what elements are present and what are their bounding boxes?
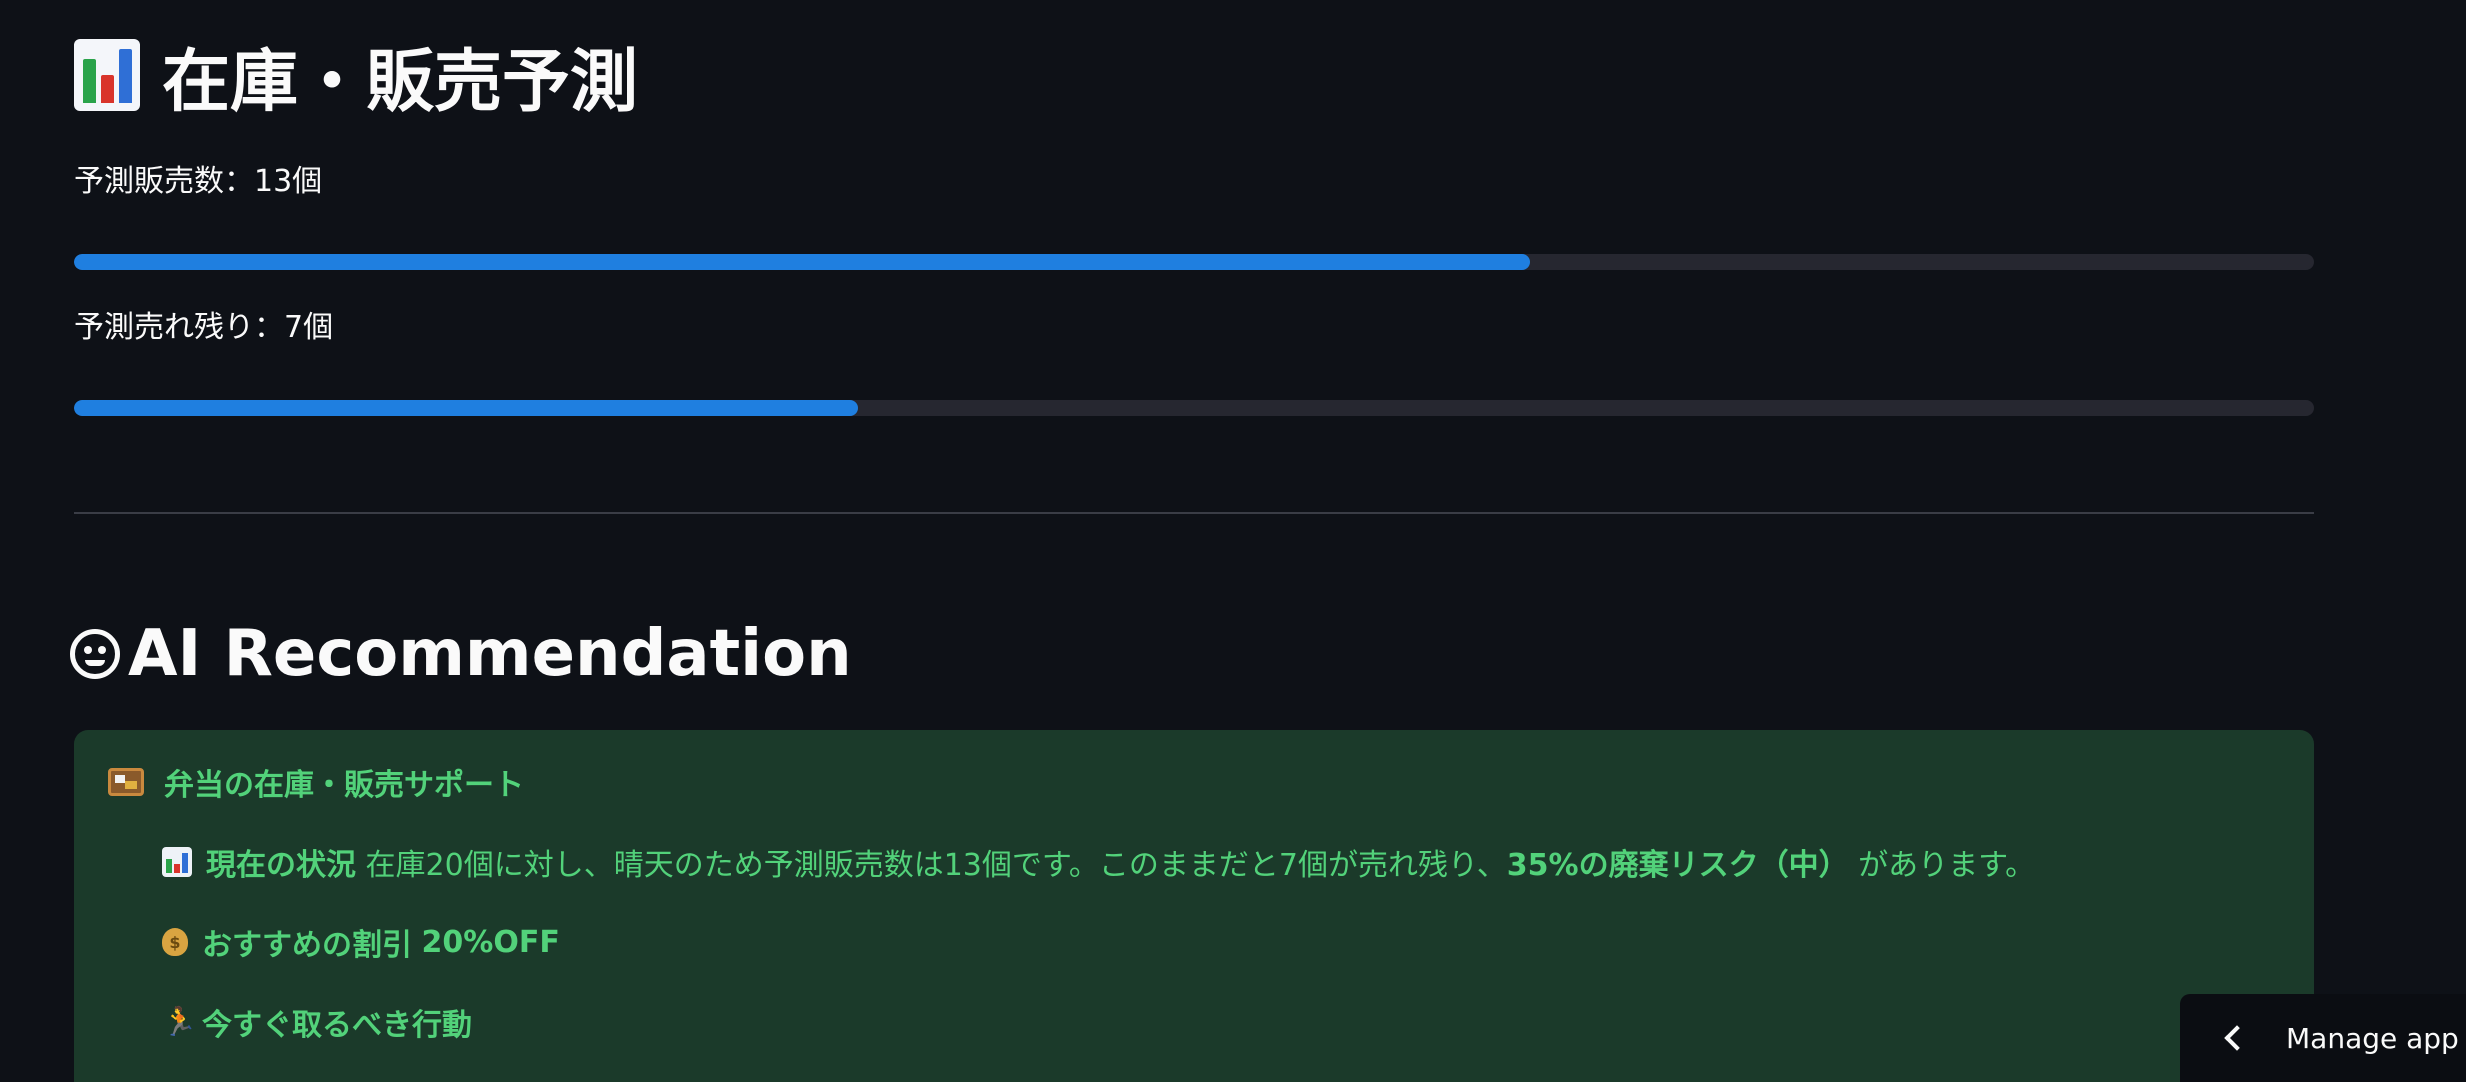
app-page: 在庫・販売予測 予測販売数：13個 予測売れ残り：7個 AI Recommend… (0, 0, 2466, 1082)
status-label: 現在の状況 (206, 848, 356, 883)
predicted-leftover-progress (74, 400, 2314, 416)
recommendation-alert: 弁当の在庫・販売サポート 現在の状況 在庫20個に対し、晴天のため予測販売数は1… (74, 730, 2314, 1082)
status-text: 在庫20個に対し、晴天のため予測販売数は13個です。このままだと7個が売れ残り、 (365, 848, 1507, 883)
bar-chart-icon (162, 847, 192, 877)
predicted-leftover-progress-fill (74, 400, 858, 416)
robot-face-icon (70, 629, 120, 679)
bento-box-icon (108, 768, 144, 796)
status-risk: 35%の廃棄リスク（中） (1506, 848, 1849, 883)
ai-recommendation-title: AI Recommendation (70, 612, 852, 696)
action-label: 今すぐ取るべき行動 (202, 1008, 472, 1043)
action-line: 🏃 今すぐ取るべき行動 (162, 1000, 472, 1044)
discount-label: おすすめの割引 (202, 928, 412, 963)
predicted-sales-progress (74, 254, 2314, 270)
ai-recommendation-title-text: AI Recommendation (128, 617, 852, 691)
discount-value: 20%OFF (421, 924, 560, 960)
page-title: 在庫・販売予測 (74, 30, 638, 122)
manage-app-button[interactable]: Manage app (2180, 994, 2466, 1082)
discount-line: $ おすすめの割引 20%OFF (162, 920, 560, 964)
predicted-sales-label: 予測販売数：13個 (74, 164, 323, 199)
running-person-icon: 🏃 (162, 1005, 197, 1038)
recommendation-heading-text: 弁当の在庫・販売サポート (164, 768, 524, 803)
status-tail: があります。 (1858, 848, 2036, 883)
page-title-text: 在庫・販売予測 (162, 42, 639, 122)
predicted-sales-progress-fill (74, 254, 1530, 270)
manage-app-label: Manage app (2286, 1021, 2459, 1055)
bar-chart-icon (74, 39, 140, 111)
chevron-left-icon (2224, 1025, 2250, 1051)
predicted-leftover-label: 予測売れ残り：7個 (74, 310, 334, 345)
section-divider (74, 512, 2314, 514)
money-bag-icon: $ (162, 928, 188, 956)
status-line: 現在の状況 在庫20個に対し、晴天のため予測販売数は13個です。このままだと7個… (162, 840, 2035, 884)
recommendation-heading: 弁当の在庫・販売サポート (108, 760, 524, 804)
